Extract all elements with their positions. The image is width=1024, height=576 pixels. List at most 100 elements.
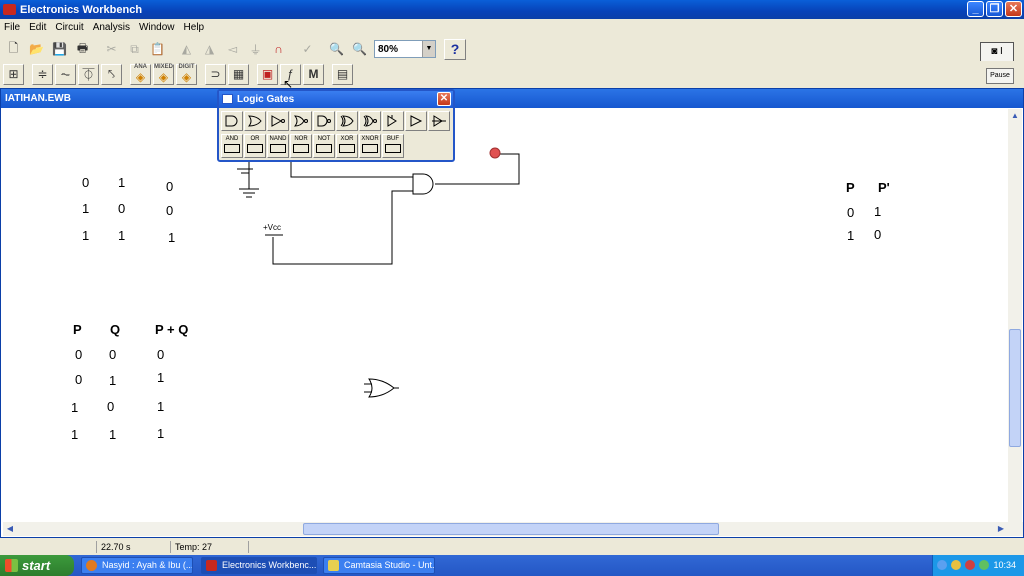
- flip-vertical-icon[interactable]: ◅: [222, 39, 243, 60]
- minimize-button[interactable]: _: [967, 1, 984, 17]
- firefox-icon: [86, 560, 97, 571]
- shield-icon[interactable]: [965, 560, 975, 570]
- copy-icon[interactable]: ⧉: [124, 39, 145, 60]
- component-properties-icon[interactable]: ⏚: [245, 39, 266, 60]
- or-table-cell: 1: [71, 400, 79, 415]
- app-icon: [3, 4, 16, 15]
- favorites-bin-icon[interactable]: ⊞: [3, 63, 24, 85]
- menu-edit[interactable]: Edit: [29, 22, 46, 33]
- xnor-gate-icon[interactable]: [359, 111, 381, 131]
- or-table-cell: 1: [109, 427, 117, 442]
- nor-gate-icon[interactable]: [290, 111, 312, 131]
- horizontal-scrollbar[interactable]: ◀ ▶: [3, 522, 1023, 536]
- transistors-bin-icon[interactable]: ⤣: [101, 63, 122, 85]
- menu-circuit[interactable]: Circuit: [55, 22, 83, 33]
- mixed-ics-bin[interactable]: MIXED ◈: [153, 63, 174, 85]
- horizontal-scroll-thumb[interactable]: [303, 523, 719, 535]
- scroll-left-icon[interactable]: ◀: [4, 523, 16, 535]
- menu-window[interactable]: Window: [139, 22, 175, 33]
- subcircuit-icon[interactable]: ✓: [297, 39, 318, 60]
- print-icon[interactable]: 🖶: [72, 39, 93, 60]
- palette-title: Logic Gates: [237, 94, 295, 105]
- cut-icon[interactable]: ✂: [101, 39, 122, 60]
- taskbar-item-media-player[interactable]: Nasyid : Ayah & Ibu (...: [81, 557, 193, 574]
- buffer-gate-icon[interactable]: [405, 111, 427, 131]
- vertical-scrollbar[interactable]: ▲: [1008, 109, 1022, 523]
- xor-ic-button[interactable]: XOR: [336, 134, 358, 158]
- buf-ic-label: BUF: [387, 136, 399, 142]
- digital-ics-bin[interactable]: DIGIT ◈: [176, 63, 197, 85]
- power-switch-button[interactable]: ◙ I: [980, 42, 1014, 62]
- graph-icon[interactable]: ∩: [268, 39, 289, 60]
- instruments-bin-icon[interactable]: ▤: [332, 63, 353, 85]
- diodes-bin-icon[interactable]: ⏁: [78, 63, 99, 85]
- zoom-select[interactable]: 80% ▼: [374, 40, 436, 58]
- circuit-canvas[interactable]: +Vcc 0 1 0 1 0 0 1 1 1 P P' 0 1 1 0 P Q …: [3, 109, 1009, 523]
- network-icon[interactable]: [951, 560, 961, 570]
- and-gate-icon[interactable]: [221, 111, 243, 131]
- digital-bin-icon[interactable]: ▦: [228, 63, 249, 85]
- not-table-header: P: [846, 180, 855, 195]
- or-table-header: P: [73, 322, 82, 337]
- close-button[interactable]: ✕: [1005, 1, 1022, 17]
- and-ic-label: AND: [225, 136, 239, 142]
- not-ic-button[interactable]: NOT: [313, 134, 335, 158]
- not-gate-icon[interactable]: [267, 111, 289, 131]
- analog-ics-bin[interactable]: ANA ◈: [130, 63, 151, 85]
- restore-button[interactable]: ❐: [986, 1, 1003, 17]
- flip-horizontal-icon[interactable]: ◮: [199, 39, 220, 60]
- buf-ic-button[interactable]: BUF: [382, 134, 404, 158]
- save-icon[interactable]: 💾: [49, 39, 70, 60]
- taskbar: start Nasyid : Ayah & Ibu (... Electroni…: [0, 555, 1024, 576]
- nor-ic-button[interactable]: NOR: [290, 134, 312, 158]
- palette-titlebar[interactable]: Logic Gates ✕: [219, 91, 453, 108]
- menu-file[interactable]: File: [4, 22, 20, 33]
- start-label: start: [22, 558, 51, 573]
- zoom-out-icon[interactable]: 🔍: [326, 39, 347, 60]
- nand-gate-icon[interactable]: [313, 111, 335, 131]
- mouse-cursor-icon: ↖: [283, 77, 294, 91]
- volume-icon[interactable]: [979, 560, 989, 570]
- vertical-scroll-thumb[interactable]: [1009, 329, 1021, 447]
- scroll-right-icon[interactable]: ▶: [995, 523, 1007, 535]
- xnor-ic-button[interactable]: XNOR: [359, 134, 381, 158]
- new-file-icon[interactable]: 🗋: [3, 39, 24, 60]
- indicators-bin-icon[interactable]: ▣: [257, 63, 278, 85]
- and-table-cell: 1: [118, 228, 126, 243]
- rotate-icon[interactable]: ◭: [176, 39, 197, 60]
- or-table-cell: 1: [109, 373, 117, 388]
- logic-gates-palette: Logic Gates ✕ AND OR NAND NOR NOT XOR XN…: [217, 89, 455, 162]
- xor-gate-icon[interactable]: [336, 111, 358, 131]
- system-tray: 10:34: [932, 555, 1024, 576]
- taskbar-item-camtasia[interactable]: Camtasia Studio - Unt...: [323, 557, 435, 574]
- paste-icon[interactable]: 📋: [147, 39, 168, 60]
- tray-arrow-icon[interactable]: [937, 560, 947, 570]
- sources-bin-icon[interactable]: ≑: [32, 63, 53, 85]
- probe-icon: [489, 147, 501, 159]
- main-toolbar: 🗋 📂 💾 🖶 ✂ ⧉ 📋 ◭ ◮ ◅ ⏚ ∩ ✓ 🔍 🔍 80% ▼ ?: [0, 36, 1024, 62]
- palette-close-button[interactable]: ✕: [437, 92, 451, 106]
- nand-ic-button[interactable]: NAND: [267, 134, 289, 158]
- menu-analysis[interactable]: Analysis: [93, 22, 130, 33]
- nor-ic-label: NOR: [294, 136, 308, 142]
- circuit-schematic: [237, 147, 520, 398]
- start-button[interactable]: start: [0, 555, 74, 576]
- menu-help[interactable]: Help: [184, 22, 205, 33]
- not-table-cell: 1: [847, 228, 855, 243]
- logic-gates-bin-icon[interactable]: ⊃: [205, 63, 226, 85]
- zoom-in-icon[interactable]: 🔍: [349, 39, 370, 60]
- or-ic-button[interactable]: OR: [244, 134, 266, 158]
- open-folder-icon[interactable]: 📂: [26, 39, 47, 60]
- misc-bin-button[interactable]: M: [303, 63, 324, 85]
- tristate-gate-icon[interactable]: [382, 111, 404, 131]
- basic-bin-icon[interactable]: ⏦: [55, 63, 76, 85]
- chevron-down-icon[interactable]: ▼: [422, 41, 435, 57]
- gate-icon-row: [219, 108, 453, 131]
- help-button[interactable]: ?: [444, 38, 466, 60]
- schmitt-buffer-icon[interactable]: [428, 111, 450, 131]
- or-gate-icon[interactable]: [244, 111, 266, 131]
- and-ic-button[interactable]: AND: [221, 134, 243, 158]
- taskbar-item-electronics-workbench[interactable]: Electronics Workbenc...: [201, 557, 317, 574]
- scroll-up-icon[interactable]: ▲: [1009, 110, 1021, 122]
- pause-button[interactable]: Pause: [986, 68, 1014, 84]
